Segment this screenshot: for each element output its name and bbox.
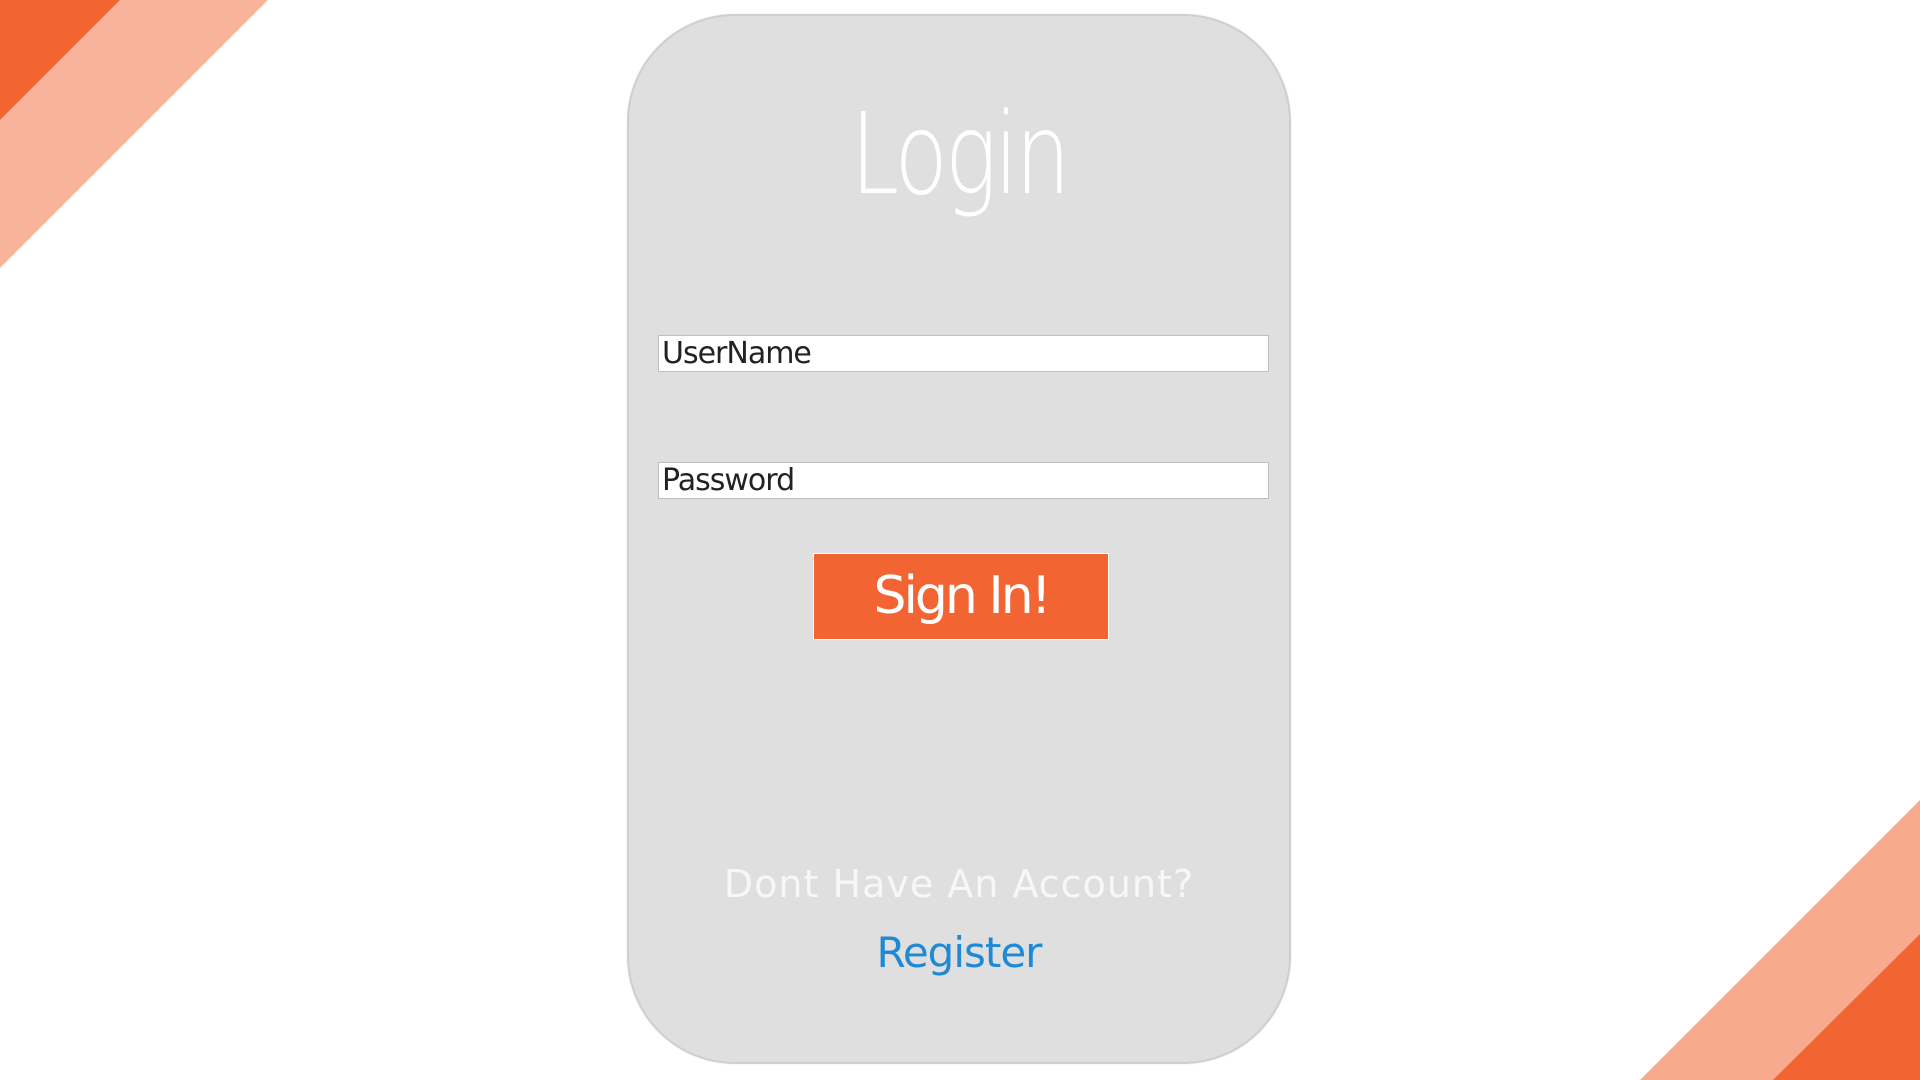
sign-in-button[interactable]: Sign In! [813,553,1109,640]
no-account-text: Dont Have An Account? [723,862,1195,906]
register-link[interactable]: Register [629,928,1289,977]
page-title: Login [850,90,1070,220]
corner-decoration-top-left [0,0,268,268]
login-card: Login Sign In! Dont Have An Account? Reg… [627,14,1291,1064]
password-input[interactable] [658,462,1269,499]
username-input[interactable] [658,335,1269,372]
corner-decoration-bottom-right [1640,800,1920,1080]
